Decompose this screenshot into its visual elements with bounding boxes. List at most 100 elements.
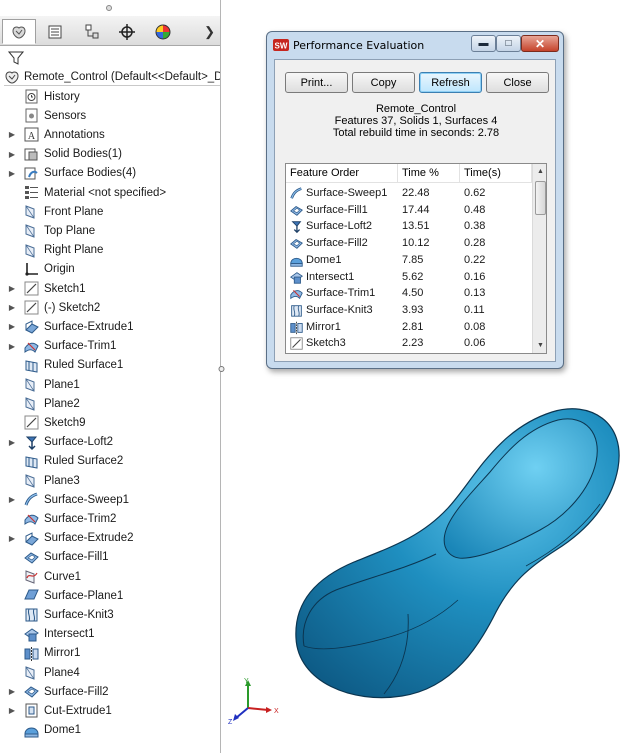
- tree-item[interactable]: Plane4: [0, 663, 220, 682]
- table-row[interactable]: Surface-Loft2 13.51 0.38: [286, 218, 532, 235]
- tree-item-label: Surface-Extrude2: [44, 532, 134, 545]
- panel-grip-handle[interactable]: [106, 5, 112, 11]
- table-row[interactable]: Surface-Trim1 4.50 0.13: [286, 285, 532, 302]
- tree-item[interactable]: ▶ Cut-Extrude1: [0, 701, 220, 720]
- tree-item[interactable]: Ruled Surface2: [0, 452, 220, 471]
- close-button[interactable]: Close: [486, 72, 549, 93]
- tree-item[interactable]: Curve1: [0, 567, 220, 586]
- tree-item[interactable]: ▶ Solid Bodies(1): [0, 145, 220, 164]
- table-row[interactable]: Surface-Fill1 17.44 0.48: [286, 202, 532, 219]
- tree-item[interactable]: Plane1: [0, 375, 220, 394]
- tree-item[interactable]: Surface-Knit3: [0, 605, 220, 624]
- scroll-up-arrow-icon[interactable]: ▲: [533, 164, 546, 179]
- column-header-feature-order[interactable]: Feature Order: [286, 164, 398, 183]
- tab-feature-manager[interactable]: [2, 19, 36, 44]
- tree-item[interactable]: ▶ Surface-Extrude2: [0, 529, 220, 548]
- tree-item[interactable]: Right Plane: [0, 241, 220, 260]
- tree-item[interactable]: ▶ Surface-Trim1: [0, 337, 220, 356]
- chevron-right-icon[interactable]: ❯: [204, 24, 215, 40]
- table-row[interactable]: Intersect1 5.62 0.16: [286, 269, 532, 286]
- print-button[interactable]: Print...: [285, 72, 348, 93]
- expand-arrow-icon[interactable]: ▶: [8, 164, 16, 183]
- dialog-titlebar[interactable]: SW Performance Evaluation ▬ □ ✕: [267, 32, 563, 58]
- tree-item[interactable]: Material <not specified>: [0, 183, 220, 202]
- tree-item[interactable]: ▶ Surface-Sweep1: [0, 490, 220, 509]
- tree-item[interactable]: Plane3: [0, 471, 220, 490]
- minimize-button[interactable]: ▬: [471, 35, 496, 52]
- tree-item[interactable]: Surface-Fill1: [0, 548, 220, 567]
- refresh-button[interactable]: Refresh: [419, 72, 482, 93]
- tree-item[interactable]: ▶ Surface-Fill2: [0, 682, 220, 701]
- tree-item[interactable]: Surface-Plane1: [0, 586, 220, 605]
- scrollbar-thumb[interactable]: [535, 181, 546, 215]
- tree-item-icon: [23, 280, 40, 297]
- tree-item[interactable]: Front Plane: [0, 202, 220, 221]
- panel-resize-handle[interactable]: [218, 362, 225, 376]
- tree-item-label: Surface-Sweep1: [44, 493, 130, 506]
- tree-item[interactable]: History: [0, 87, 220, 106]
- column-header-time-percent[interactable]: Time %: [398, 164, 460, 183]
- tree-item[interactable]: Top Plane: [0, 221, 220, 240]
- table-row[interactable]: Surface-Sweep1 22.48 0.62: [286, 185, 532, 202]
- table-row[interactable]: Surface-Knit3 3.93 0.11: [286, 302, 532, 319]
- tree-item-icon: [23, 587, 40, 604]
- tree-item[interactable]: Dome1: [0, 721, 220, 740]
- tree-item-icon: [23, 165, 40, 182]
- tree-item[interactable]: ▶ (-) Sketch2: [0, 298, 220, 317]
- tree-item[interactable]: Surface-Trim2: [0, 509, 220, 528]
- copy-button[interactable]: Copy: [352, 72, 415, 93]
- expand-arrow-icon[interactable]: ▶: [8, 279, 16, 298]
- expand-arrow-icon[interactable]: ▶: [8, 337, 16, 356]
- feature-name-cell: Surface-Knit3: [306, 303, 373, 316]
- scroll-down-arrow-icon[interactable]: ▼: [533, 338, 546, 353]
- table-row[interactable]: Surface-Fill2 10.12 0.28: [286, 235, 532, 252]
- maximize-button[interactable]: □: [496, 35, 521, 52]
- tree-item-icon: [23, 222, 40, 239]
- table-scrollbar[interactable]: ▲ ▼: [532, 164, 546, 353]
- feature-tree-root[interactable]: Remote_Control (Default<<Default>_Disp: [4, 68, 220, 86]
- tab-property-manager[interactable]: [38, 19, 72, 44]
- table-row[interactable]: Dome1 7.85 0.22: [286, 252, 532, 269]
- tree-item[interactable]: Mirror1: [0, 644, 220, 663]
- tree-item-label: Origin: [44, 263, 75, 276]
- tree-item[interactable]: ▶ A Annotations: [0, 125, 220, 144]
- remote-control-3d-model[interactable]: [290, 390, 630, 710]
- time-percent-cell: 5.62: [402, 270, 424, 283]
- tab-configuration-manager[interactable]: [74, 19, 108, 44]
- expand-arrow-icon[interactable]: ▶: [8, 682, 16, 701]
- tree-item[interactable]: Sensors: [0, 106, 220, 125]
- tree-item[interactable]: ▶ Sketch1: [0, 279, 220, 298]
- rebuild-time: Total rebuild time in seconds: 2.78: [332, 127, 500, 139]
- tab-display-manager[interactable]: [146, 19, 180, 44]
- tree-item[interactable]: Plane2: [0, 394, 220, 413]
- expand-arrow-icon[interactable]: ▶: [8, 145, 16, 164]
- tree-item-label: Surface-Extrude1: [44, 320, 134, 333]
- tree-item[interactable]: ▶ Surface-Loft2: [0, 433, 220, 452]
- column-header-time-seconds[interactable]: Time(s): [460, 164, 532, 183]
- close-window-button[interactable]: ✕: [521, 35, 559, 52]
- tree-item[interactable]: Intersect1: [0, 625, 220, 644]
- surface-fill-icon: [24, 686, 39, 698]
- time-seconds-cell: 0.38: [464, 220, 486, 233]
- tree-item-icon: [23, 510, 40, 527]
- expand-arrow-icon[interactable]: ▶: [8, 701, 16, 720]
- tree-item-label: Sensors: [44, 109, 87, 122]
- tree-item-icon: [23, 683, 40, 700]
- tree-item[interactable]: ▶ Surface Bodies(4): [0, 164, 220, 183]
- tree-item[interactable]: Sketch9: [0, 413, 220, 432]
- tree-item[interactable]: Ruled Surface1: [0, 356, 220, 375]
- table-row[interactable]: Sketch3 2.23 0.06: [286, 335, 532, 352]
- filter-icon[interactable]: [8, 50, 24, 66]
- expand-arrow-icon[interactable]: ▶: [8, 298, 16, 317]
- expand-arrow-icon[interactable]: ▶: [8, 529, 16, 548]
- table-row[interactable]: Mirror1 2.81 0.08: [286, 319, 532, 336]
- tree-item[interactable]: ▶ Surface-Extrude1: [0, 317, 220, 336]
- expand-arrow-icon[interactable]: ▶: [8, 433, 16, 452]
- feature-name-cell: Mirror1: [306, 320, 341, 333]
- tree-item[interactable]: Origin: [0, 260, 220, 279]
- expand-arrow-icon[interactable]: ▶: [8, 125, 16, 144]
- expand-arrow-icon[interactable]: ▶: [8, 490, 16, 509]
- tab-dimxpert-manager[interactable]: [110, 19, 144, 44]
- time-seconds-cell: 0.06: [464, 337, 486, 350]
- expand-arrow-icon[interactable]: ▶: [8, 317, 16, 336]
